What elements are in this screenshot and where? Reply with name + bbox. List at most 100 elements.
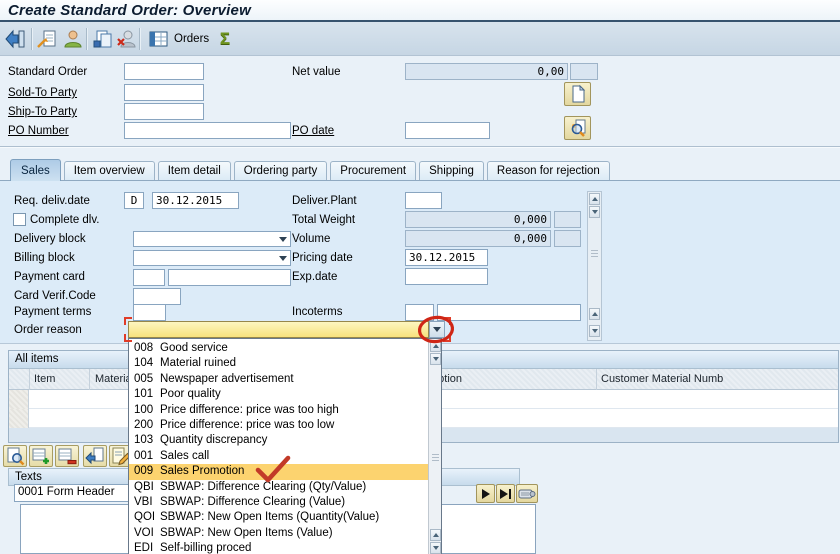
sold-to-party-input[interactable] [124, 84, 204, 101]
document-flow-button[interactable] [92, 28, 114, 50]
payment-terms-input[interactable] [133, 304, 166, 321]
dropdown-item[interactable]: 100 Price difference: price was too high [129, 403, 428, 418]
last-icon [500, 488, 508, 499]
po-number-input[interactable] [124, 122, 291, 139]
row-select-cell[interactable] [9, 390, 29, 409]
panel-scrollbar[interactable] [587, 191, 602, 341]
display-customer-button[interactable] [62, 28, 84, 50]
scrollbar-grip[interactable] [591, 250, 598, 258]
incoterms-detail-input[interactable] [437, 304, 581, 321]
dropdown-item[interactable]: 104 Material ruined [129, 356, 428, 371]
standard-order-label: Standard Order [8, 66, 88, 78]
volume-unit-field [554, 230, 581, 247]
complete-dlv-checkbox[interactable] [13, 213, 26, 226]
po-date-label[interactable]: PO date [292, 125, 334, 137]
dropdown-item[interactable]: VBI SBWAP: Difference Clearing (Value) [129, 495, 428, 510]
next-text-button[interactable] [476, 484, 495, 503]
total-weight-unit-field [554, 211, 581, 228]
delivery-block-combo[interactable] [133, 231, 291, 247]
volume-field [405, 230, 551, 247]
po-number-label[interactable]: PO Number [8, 125, 69, 137]
dropdown-item[interactable]: 101 Poor quality [129, 387, 428, 402]
net-value-label: Net value [292, 66, 341, 78]
text-editor-button[interactable] [516, 484, 538, 503]
dropdown-item[interactable]: QBI SBWAP: Difference Clearing (Qty/Value… [129, 480, 428, 495]
standard-order-input[interactable] [124, 63, 204, 80]
ship-to-party-input[interactable] [124, 103, 204, 120]
payment-card-type-input[interactable] [133, 269, 165, 286]
sold-to-party-label[interactable]: Sold-To Party [8, 87, 77, 99]
orders-button[interactable]: Orders [144, 27, 213, 51]
scroll-down-button[interactable] [589, 206, 600, 218]
scroll-down-button[interactable] [430, 542, 441, 554]
sum-button[interactable]: Σ [214, 28, 236, 50]
dropdown-scrollbar[interactable] [428, 339, 441, 554]
scroll-up-button[interactable] [589, 193, 600, 205]
pricing-date-input[interactable] [405, 249, 488, 266]
date-type-input[interactable] [124, 192, 144, 209]
display-document-icon [36, 28, 58, 50]
create-document-button[interactable] [564, 82, 591, 106]
payment-card-number-input[interactable] [168, 269, 291, 286]
item-details-button[interactable] [3, 445, 27, 467]
details-icon [5, 446, 25, 466]
orders-table-icon [148, 28, 170, 50]
copy-from-button[interactable] [83, 445, 107, 467]
tab[interactable]: Item detail [157, 161, 231, 180]
scroll-down-button[interactable] [430, 353, 441, 365]
scroll-down-button[interactable] [589, 325, 600, 337]
dropdown-item[interactable]: 001 Sales call [129, 449, 428, 464]
exp-date-label: Exp.date [292, 271, 338, 283]
column-header-customer-material: Customer Material Numb [601, 373, 724, 385]
scroll-up-button[interactable] [430, 340, 441, 352]
dropdown-item[interactable]: VOI SBWAP: New Open Items (Value) [129, 526, 428, 541]
chevron-down-icon [279, 237, 287, 242]
tabstrip: Sales Item overview Item detail Ordering pa… [0, 152, 840, 181]
deliver-plant-input[interactable] [405, 192, 442, 209]
req-deliv-date-input[interactable] [152, 192, 239, 209]
incoterms-input[interactable] [405, 304, 434, 321]
sum-icon: Σ [219, 29, 231, 48]
dropdown-item[interactable]: QOI SBWAP: New Open Items (Quantity(Value… [129, 510, 428, 525]
tab[interactable]: Sales [10, 159, 61, 181]
orders-button-label: Orders [174, 33, 210, 45]
dropdown-item[interactable]: EDI Self-billing proced [129, 541, 428, 554]
tab[interactable]: Shipping [419, 161, 484, 180]
tab[interactable]: Ordering party [233, 161, 328, 180]
search-partner-button[interactable] [564, 116, 591, 140]
chevron-down-icon [433, 327, 441, 332]
exit-button[interactable] [5, 28, 27, 50]
tab[interactable]: Item overview [63, 161, 155, 180]
card-verif-code-input[interactable] [133, 288, 181, 305]
scroll-up-button[interactable] [589, 308, 600, 320]
tab[interactable]: Reason for rejection [486, 161, 610, 180]
delete-item-button[interactable] [55, 445, 79, 467]
scroll-up-button[interactable] [430, 529, 441, 541]
column-header-item: Item [34, 373, 56, 385]
page-title: Create Standard Order: Overview [8, 2, 251, 19]
dropdown-item[interactable]: 009 Sales Promotion [129, 464, 428, 480]
reject-document-button[interactable] [116, 28, 138, 50]
po-date-input[interactable] [405, 122, 490, 139]
all-items-title: All items [15, 353, 59, 365]
billing-block-label: Billing block [14, 252, 75, 264]
ship-to-party-label[interactable]: Ship-To Party [8, 106, 77, 118]
display-document-button[interactable] [36, 28, 58, 50]
scrollbar-grip[interactable] [432, 454, 439, 462]
req-deliv-date-label: Req. deliv.date [14, 195, 90, 207]
tab[interactable]: Procurement [330, 161, 417, 180]
billing-block-combo[interactable] [133, 250, 291, 266]
row-select-cell[interactable] [9, 409, 29, 428]
exp-date-input[interactable] [405, 268, 488, 285]
order-reason-dropdown-button[interactable] [429, 321, 445, 338]
order-reason-combo[interactable] [128, 321, 429, 338]
insert-row-icon [31, 446, 51, 466]
sheet-arrow-icon [85, 446, 105, 466]
section-divider [0, 146, 840, 148]
dropdown-item[interactable]: 005 Newspaper advertisement [129, 372, 428, 387]
last-text-button[interactable] [496, 484, 515, 503]
dropdown-item[interactable]: 103 Quantity discrepancy [129, 433, 428, 448]
dropdown-item[interactable]: 008 Good service [129, 341, 428, 356]
insert-item-button[interactable] [29, 445, 53, 467]
dropdown-item[interactable]: 200 Price difference: price was too low [129, 418, 428, 433]
